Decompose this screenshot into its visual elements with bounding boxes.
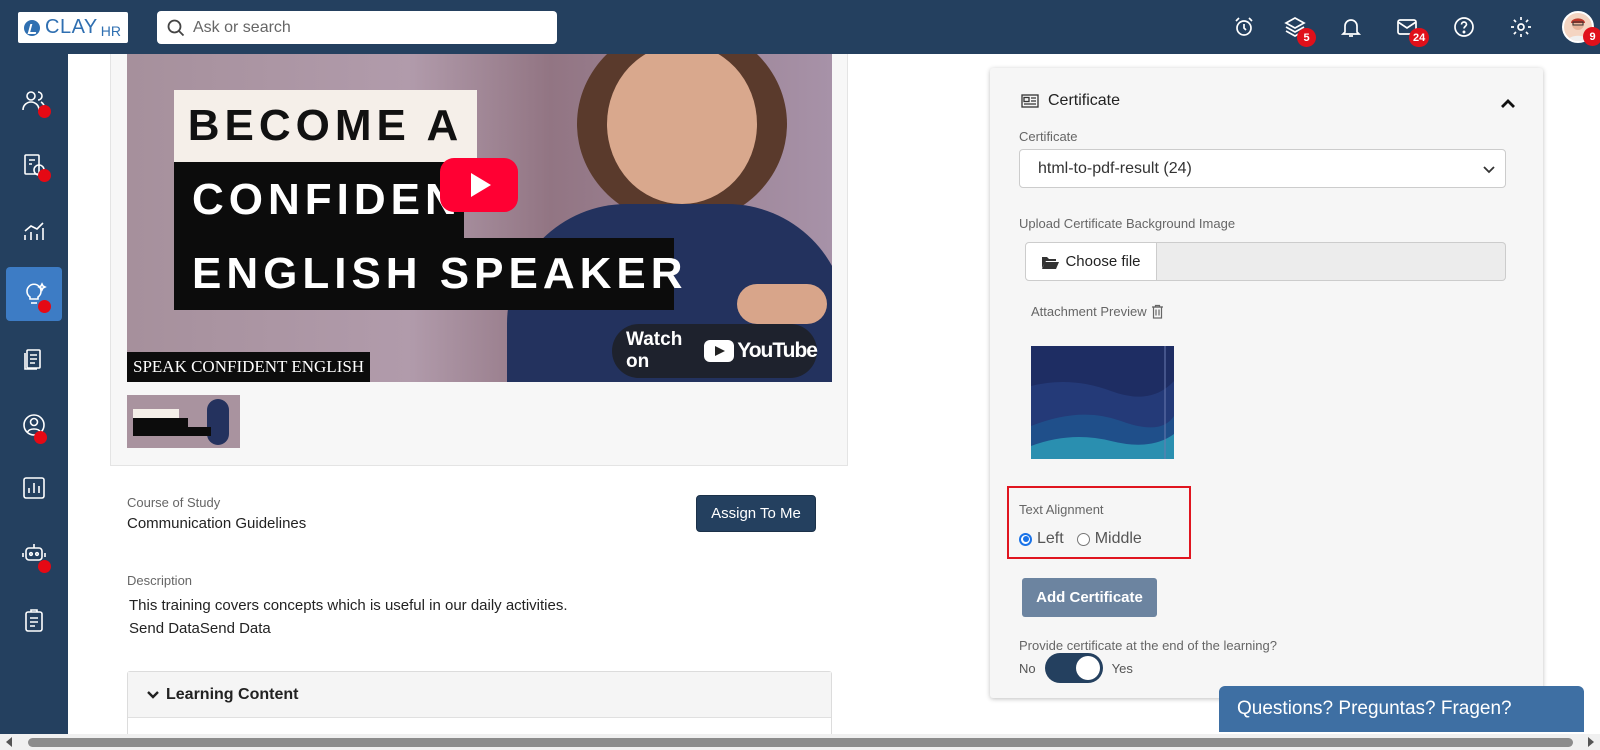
chevron-down-icon	[1483, 166, 1495, 174]
chevron-up-icon[interactable]	[1500, 98, 1516, 110]
scroll-left-arrow-icon[interactable]	[6, 737, 12, 747]
notification-dot	[34, 431, 47, 444]
learning-content-title: Learning Content	[166, 685, 299, 703]
attachment-preview-row: Attachment Preview	[1031, 304, 1164, 319]
sidebar-item-documents[interactable]	[6, 333, 62, 387]
video-thumbnail[interactable]	[127, 395, 240, 448]
search-icon	[167, 19, 185, 36]
provide-certificate-toggle-row: No Yes	[1019, 653, 1133, 683]
provide-certificate-label: Provide certificate at the end of the le…	[1019, 638, 1277, 653]
video-title-line-3: ENGLISH SPEAKER	[174, 238, 683, 310]
radio-left-label[interactable]: Left	[1037, 530, 1064, 548]
sidebar-item-tasks[interactable]	[6, 594, 62, 648]
clipboard-icon	[25, 609, 43, 632]
youtube-play-icon	[704, 340, 735, 362]
file-name-display[interactable]	[1157, 242, 1506, 281]
choose-file-label: Choose file	[1065, 253, 1141, 270]
attachment-preview-label: Attachment Preview	[1031, 304, 1147, 319]
thumbnail-line-1	[133, 409, 179, 418]
certificate-panel: Certificate Certificate html-to-pdf-resu…	[990, 68, 1543, 698]
youtube-logo: YouTube	[704, 339, 818, 363]
course-of-study-label: Course of Study	[127, 495, 221, 510]
video-channel-caption: SPEAK CONFIDENT ENGLISH	[127, 352, 371, 382]
layers-badge: 5	[1297, 28, 1316, 47]
provide-certificate-toggle[interactable]	[1044, 653, 1103, 683]
certificate-title: Certificate	[1048, 92, 1121, 109]
certificate-select[interactable]: html-to-pdf-result (24)	[1019, 149, 1506, 188]
sidebar-item-reports[interactable]	[6, 461, 62, 515]
watch-on-label: Watch on	[626, 329, 683, 372]
toggle-yes-label: Yes	[1111, 660, 1133, 676]
reports-icon	[23, 477, 45, 499]
sidebar-item-growth[interactable]	[6, 204, 62, 258]
thumbnail-line-2	[133, 418, 188, 427]
clayhr-logo[interactable]: CLAY HR	[18, 12, 128, 43]
notification-dot	[38, 560, 51, 573]
certificate-background-preview	[1031, 346, 1174, 459]
alarm-clock-icon[interactable]	[1230, 13, 1258, 41]
youtube-wordmark: YouTube	[737, 339, 818, 362]
thumbnail-person	[207, 399, 229, 445]
text-alignment-options: Left Middle	[1019, 530, 1142, 548]
youtube-video-player[interactable]: BECOME A CONFIDENT ENGLISH SPEAKER Watch…	[127, 54, 832, 382]
certificate-select-value: html-to-pdf-result (24)	[1038, 159, 1192, 177]
radio-middle[interactable]	[1076, 532, 1090, 546]
logo-mark-icon	[24, 19, 40, 36]
text-alignment-highlight	[1007, 486, 1191, 559]
watch-on-youtube-button[interactable]: Watch on YouTube	[612, 324, 818, 378]
mail-badge: 24	[1409, 28, 1430, 47]
description-line-2: Send DataSend Data	[129, 620, 271, 637]
trash-icon[interactable]	[1151, 304, 1164, 319]
help-icon[interactable]	[1450, 13, 1478, 41]
horizontal-scrollbar[interactable]	[0, 734, 1600, 750]
choose-file-button[interactable]: Choose file	[1025, 242, 1157, 281]
bell-icon[interactable]	[1337, 13, 1365, 41]
file-upload: Choose file	[1025, 242, 1506, 281]
assign-to-me-button[interactable]: Assign To Me	[696, 495, 816, 532]
description-line-1: This training covers concepts which is u…	[129, 597, 568, 614]
add-certificate-button[interactable]: Add Certificate	[1022, 578, 1157, 617]
description-label: Description	[127, 573, 193, 588]
sidebar-item-learning[interactable]	[6, 267, 62, 321]
certificate-icon	[1021, 94, 1039, 108]
sidebar-item-people[interactable]	[6, 74, 62, 128]
avatar-badge: 9	[1583, 27, 1600, 46]
sidebar-item-payroll[interactable]	[6, 138, 62, 192]
documents-icon	[24, 349, 41, 370]
toggle-no-label: No	[1019, 660, 1036, 676]
search-box[interactable]	[157, 11, 557, 44]
course-of-study-value: Communication Guidelines	[127, 515, 307, 532]
mail-icon[interactable]: 24	[1393, 13, 1430, 47]
video-person-hand	[737, 284, 827, 324]
certificate-header: Certificate	[1021, 92, 1120, 110]
chevron-down-icon	[147, 690, 159, 699]
notification-dot	[38, 169, 51, 182]
help-chat-widget[interactable]: Questions? Preguntas? Fragen?	[1219, 686, 1584, 732]
sidebar-item-profile[interactable]	[6, 398, 62, 452]
video-title-line-1: BECOME A	[174, 90, 477, 162]
radio-left[interactable]	[1019, 532, 1032, 546]
text-alignment-label: Text Alignment	[1019, 502, 1104, 517]
layers-icon[interactable]: 5	[1281, 13, 1316, 47]
growth-chart-icon	[24, 222, 44, 240]
folder-open-icon	[1042, 256, 1060, 269]
sidebar-item-bot[interactable]	[6, 527, 62, 581]
radio-middle-label[interactable]: Middle	[1095, 530, 1142, 548]
search-input[interactable]	[193, 18, 533, 37]
upload-background-label: Upload Certificate Background Image	[1019, 216, 1236, 231]
thumbnail-line-3	[133, 427, 211, 436]
certificate-select-label: Certificate	[1019, 129, 1078, 144]
gear-icon[interactable]	[1507, 13, 1535, 41]
notification-dot	[38, 105, 51, 118]
play-button[interactable]	[440, 158, 518, 212]
logo-suffix: HR	[100, 22, 121, 39]
notification-dot	[38, 300, 51, 313]
left-sidebar	[0, 54, 68, 734]
learning-content-header[interactable]: Learning Content	[128, 672, 831, 718]
scrollbar-thumb[interactable]	[28, 738, 1573, 747]
scroll-right-arrow-icon[interactable]	[1588, 737, 1594, 747]
video-title-line-2: CONFIDENT	[174, 162, 464, 238]
logo-text: CLAY	[45, 16, 98, 38]
top-navigation-bar: CLAY HR 5 24 9	[0, 0, 1600, 54]
